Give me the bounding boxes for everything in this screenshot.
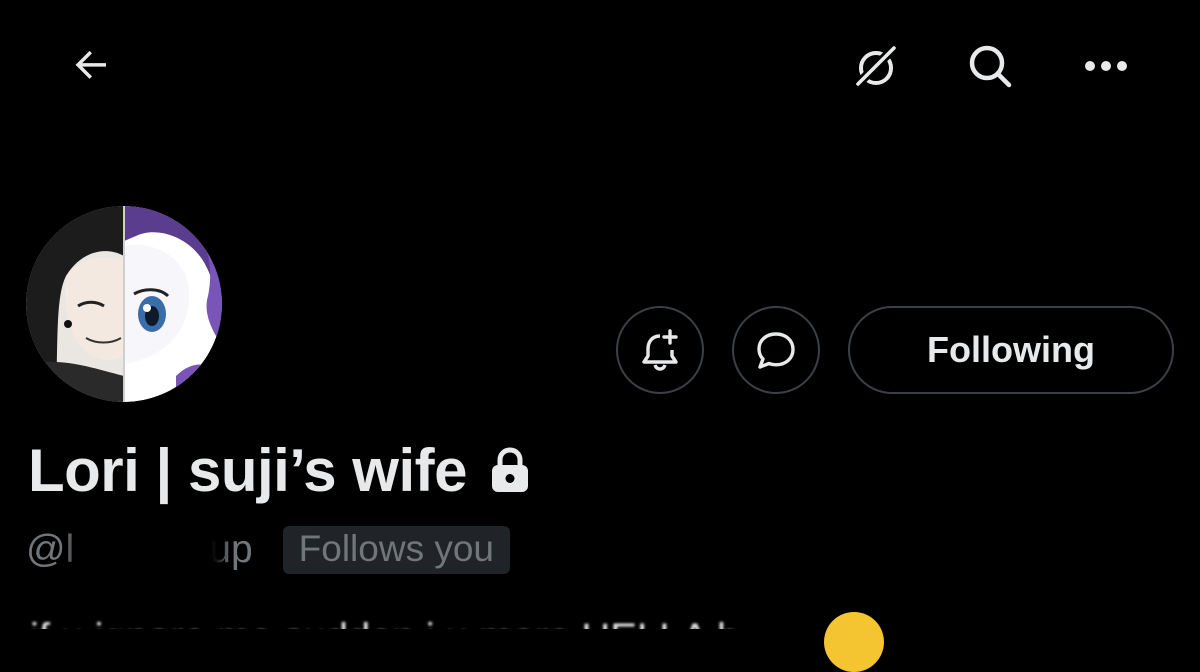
grok-button[interactable] [846,36,906,96]
arrow-left-icon [75,50,106,79]
back-button[interactable] [62,34,122,94]
avatar-image [26,206,222,402]
handle-row: @l up Follows you [26,522,511,578]
search-icon [969,45,1012,88]
bell-plus-icon [642,329,678,371]
lock-icon [489,446,531,494]
following-button-label: Following [927,329,1095,370]
handle: @l up [26,528,253,578]
display-name-row: Lori | suji’s wife [28,434,531,506]
emoji-icon [824,612,884,672]
message-bubble-icon [757,332,795,369]
more-button[interactable] [1076,36,1136,96]
following-button[interactable]: Following [848,306,1174,394]
bio-text: if u ignore me sudden i u more HELLA b [30,614,1200,629]
display-name: Lori | suji’s wife [28,436,467,504]
avatar[interactable] [26,206,222,402]
follows-you-badge: Follows you [282,526,511,574]
handle-prefix: @l [26,528,75,571]
message-button[interactable] [732,306,820,394]
handle-redaction-blur [74,532,222,578]
notify-button[interactable] [616,306,704,394]
more-horizontal-icon [1085,61,1127,71]
bio: if u ignore me sudden i u more HELLA b [30,610,1200,629]
grok-icon [853,43,899,89]
search-button[interactable] [960,36,1020,96]
